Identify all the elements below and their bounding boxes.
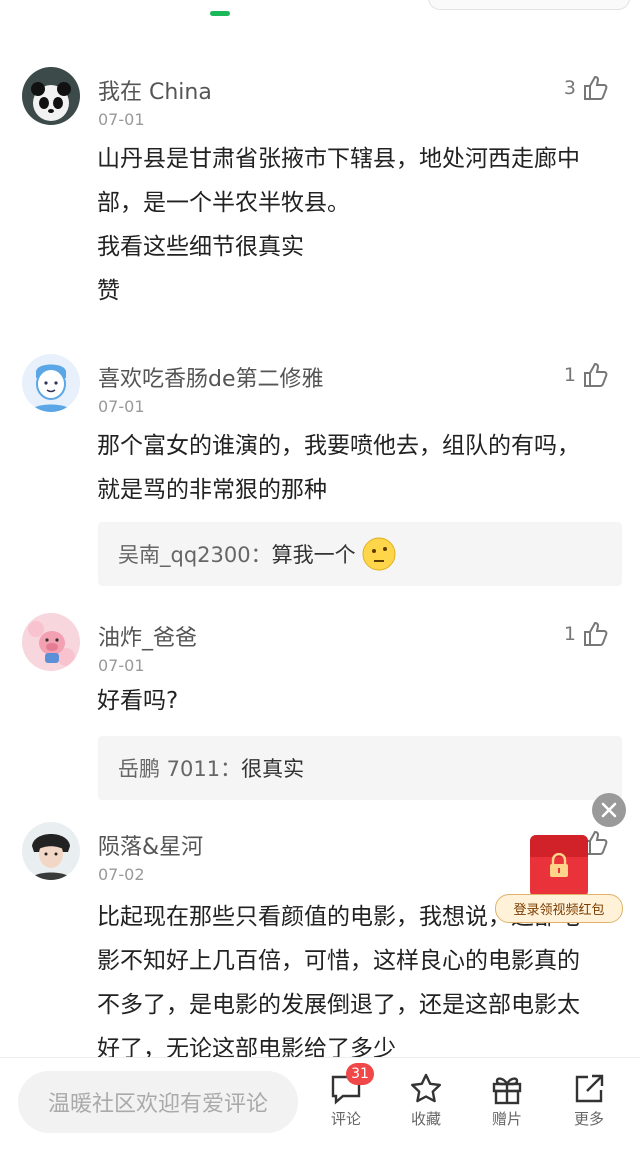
- avatar[interactable]: [22, 822, 80, 880]
- like-button[interactable]: 1: [564, 361, 610, 389]
- comment-author[interactable]: 喜欢吃香肠de第二修雅: [98, 361, 324, 393]
- red-packet-button[interactable]: [530, 835, 588, 897]
- like-button[interactable]: 3: [564, 74, 610, 102]
- comment-date: 07-01: [98, 397, 145, 416]
- gift-button[interactable]: 赠片: [477, 1072, 537, 1129]
- comment-author[interactable]: 我在 China: [98, 74, 212, 106]
- lock-icon: [550, 853, 568, 877]
- top-tab-bar: [0, 0, 640, 18]
- comment-button[interactable]: 31 评论: [316, 1063, 376, 1129]
- favorite-label: 收藏: [410, 1110, 441, 1128]
- favorite-button[interactable]: 收藏: [396, 1072, 456, 1129]
- gift-label: 赠片: [491, 1110, 522, 1128]
- reply-author[interactable]: 吴南_qq2300：: [118, 539, 272, 569]
- like-button[interactable]: 1: [564, 620, 610, 648]
- active-tab-indicator: [210, 11, 230, 16]
- avatar[interactable]: [22, 354, 80, 412]
- star-icon: [411, 1073, 441, 1103]
- comment-label: 评论: [330, 1110, 361, 1128]
- reply-box[interactable]: 吴南_qq2300： 算我一个: [98, 522, 622, 586]
- close-icon: [601, 802, 617, 818]
- thumbs-up-icon: [584, 75, 608, 100]
- comment-text: 好看吗?: [97, 688, 179, 714]
- like-count: 1: [563, 364, 576, 386]
- thumbs-up-icon: [584, 362, 608, 387]
- avatar[interactable]: [22, 613, 80, 671]
- gift-icon: [492, 1077, 522, 1105]
- red-packet-label[interactable]: 登录领视频红包: [495, 894, 623, 923]
- reply-author[interactable]: 岳鹏 7011：: [118, 753, 241, 783]
- comment-text: 我看这些细节很真实: [97, 234, 304, 260]
- more-label: 更多: [573, 1110, 604, 1128]
- close-promo-button[interactable]: [592, 793, 626, 827]
- comment-count-badge: 31: [346, 1063, 374, 1085]
- comment-text: 山丹县是甘肃省张掖市下辖县，地处河西走廊中部，是一个半农半牧县。: [97, 146, 580, 216]
- comment-input[interactable]: 温暖社区欢迎有爱评论: [18, 1071, 298, 1133]
- comment-date: 07-02: [98, 865, 145, 884]
- reply-text: 算我一个: [271, 543, 356, 567]
- like-count: 3: [563, 77, 576, 99]
- comment-text: 赞: [97, 278, 120, 304]
- search-box[interactable]: [428, 0, 630, 10]
- avatar[interactable]: [22, 67, 80, 125]
- reply-box[interactable]: 岳鹏 7011： 很真实: [98, 736, 622, 800]
- comment-author[interactable]: 陨落&星河: [98, 829, 203, 861]
- share-icon: [575, 1074, 604, 1103]
- like-count: 1: [563, 623, 576, 645]
- comment-date: 07-01: [98, 656, 145, 675]
- comment-text: 那个富女的谁演的，我要喷他去，组队的有吗，就是骂的非常狠的那种: [97, 433, 580, 503]
- bottom-action-bar: 温暖社区欢迎有爱评论 31 评论 收藏 赠片 更多: [0, 1057, 640, 1158]
- reply-text: 很真实: [241, 757, 305, 781]
- comment-date: 07-01: [98, 110, 145, 129]
- more-button[interactable]: 更多: [559, 1072, 619, 1129]
- thinking-emoji-icon: [362, 537, 396, 571]
- thumbs-up-icon: [584, 621, 608, 646]
- comment-author[interactable]: 油炸_爸爸: [98, 620, 197, 652]
